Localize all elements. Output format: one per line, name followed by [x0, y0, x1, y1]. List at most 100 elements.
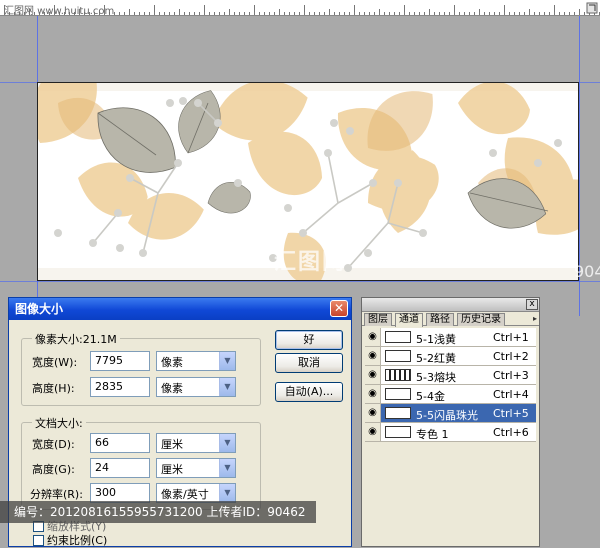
panel-title-bar[interactable]: x	[362, 298, 539, 312]
ruler-tick	[394, 12, 395, 15]
panel-close-button[interactable]: x	[526, 299, 538, 310]
ruler-tick	[274, 12, 275, 15]
ruler-origin-icon	[586, 2, 598, 14]
ruler-tick	[279, 9, 280, 15]
ruler-tick	[554, 5, 555, 15]
channel-shortcut: Ctrl+6	[493, 426, 529, 439]
pixel-width-label: 宽度(W):	[32, 356, 78, 369]
channel-shortcut: Ctrl+1	[493, 331, 529, 344]
eye-icon[interactable]: ◉	[365, 328, 381, 346]
ruler-tick	[249, 12, 250, 15]
chevron-down-icon[interactable]: ▼	[219, 352, 235, 370]
doc-height-unit: 厘米	[161, 463, 183, 476]
ruler-tick	[504, 5, 505, 15]
ruler-tick	[489, 12, 490, 15]
doc-width-input[interactable]: 66	[90, 433, 150, 453]
auto-button[interactable]: 自动(A)...	[275, 382, 343, 402]
ruler-tick	[569, 12, 570, 15]
ruler-tick	[464, 12, 465, 15]
channel-name: 5-2红黄	[416, 352, 456, 365]
pixel-height-unit-select[interactable]: 像素 ▼	[156, 377, 236, 397]
channel-row[interactable]: ◉ 5-3熔块 Ctrl+3	[365, 366, 537, 385]
resolution-input[interactable]: 300	[90, 483, 150, 503]
pixel-width-unit: 像素	[161, 356, 183, 369]
ruler-tick	[579, 9, 580, 15]
ruler-tick	[294, 12, 295, 15]
ruler-tick	[564, 12, 565, 15]
ruler-tick	[134, 12, 135, 15]
chevron-down-icon[interactable]: ▼	[219, 459, 235, 477]
pixel-height-input[interactable]: 2835	[90, 377, 150, 397]
constrain-option[interactable]: 约束比例(C)	[33, 532, 107, 548]
ruler-tick	[529, 9, 530, 15]
dialog-close-button[interactable]: ✕	[330, 300, 348, 317]
pixel-width-input[interactable]: 7795	[90, 351, 150, 371]
ruler-tick	[584, 12, 585, 15]
eye-icon[interactable]: ◉	[365, 385, 381, 403]
ruler-tick	[234, 12, 235, 15]
ruler-tick	[144, 12, 145, 15]
ruler-tick	[429, 9, 430, 15]
ruler-tick	[179, 9, 180, 15]
ruler-tick	[224, 12, 225, 15]
panel-scrollbar[interactable]	[536, 328, 539, 444]
channel-row[interactable]: ◉ 5-4金 Ctrl+4	[365, 385, 537, 404]
ruler-tick	[409, 12, 410, 15]
ruler-tick	[214, 12, 215, 15]
pixel-dimensions-group: 像素大小:21.1M 宽度(W): 7795 像素 ▼ 高度(H): 2835 …	[21, 331, 261, 406]
ruler-tick	[389, 12, 390, 15]
channel-name: 5-1浅黄	[416, 333, 456, 346]
ruler-tick	[444, 12, 445, 15]
ruler-tick	[304, 5, 305, 15]
resolution-unit-select[interactable]: 像素/英寸 ▼	[156, 483, 236, 503]
constrain-checkbox[interactable]	[33, 535, 44, 546]
doc-width-unit-select[interactable]: 厘米 ▼	[156, 433, 236, 453]
doc-width-label: 宽度(D):	[32, 438, 75, 451]
channel-name: 5-5闪晶珠光	[416, 409, 478, 422]
channel-thumbnail	[385, 331, 411, 343]
dialog-title-bar[interactable]: 图像大小 ✕	[9, 298, 351, 320]
chevron-down-icon[interactable]: ▼	[219, 434, 235, 452]
channel-row[interactable]: ◉ 5-5闪晶珠光 Ctrl+5	[365, 404, 537, 423]
eye-icon[interactable]: ◉	[365, 366, 381, 384]
tab-paths[interactable]: 路径	[426, 313, 454, 326]
watermark-text: 汇图网 www.huitu.com	[4, 6, 115, 17]
ruler-tick	[414, 12, 415, 15]
ruler-tick	[314, 12, 315, 15]
channel-row[interactable]: ◉ 5-2红黄 Ctrl+2	[365, 347, 537, 366]
tab-channels[interactable]: 通道	[395, 313, 423, 327]
ruler-tick	[369, 12, 370, 15]
cancel-button[interactable]: 取消	[275, 353, 343, 373]
channel-row[interactable]: ◉ 专色 1 Ctrl+6	[365, 423, 537, 442]
ruler-tick	[484, 12, 485, 15]
dialog-title: 图像大小	[15, 302, 64, 316]
doc-height-unit-select[interactable]: 厘米 ▼	[156, 458, 236, 478]
ruler-tick	[119, 12, 120, 15]
ruler-tick	[534, 12, 535, 15]
eye-icon[interactable]: ◉	[365, 347, 381, 365]
document-size-group: 文档大小: 宽度(D): 66 厘米 ▼ 高度(G): 24 厘米 ▼ 分辨率(…	[21, 415, 261, 510]
watermark-number: 90462	[574, 262, 600, 281]
ruler-tick	[124, 12, 125, 15]
chevron-down-icon[interactable]: ▼	[219, 378, 235, 396]
doc-height-label: 高度(G):	[32, 463, 75, 476]
eye-icon[interactable]: ◉	[365, 404, 381, 422]
eye-icon[interactable]: ◉	[365, 423, 381, 441]
ruler-tick	[264, 12, 265, 15]
pixel-width-unit-select[interactable]: 像素 ▼	[156, 351, 236, 371]
doc-height-input[interactable]: 24	[90, 458, 150, 478]
ruler-tick	[379, 9, 380, 15]
chevron-down-icon[interactable]: ▼	[219, 484, 235, 502]
ruler-tick	[359, 12, 360, 15]
channels-panel: x 图层 通道 路径 历史记录 ▸ ◉ 5-1浅黄 Ctrl+1 ◉ 5-2红黄 Ctrl…	[361, 297, 540, 547]
ruler-tick	[289, 12, 290, 15]
ruler-tick	[549, 12, 550, 15]
ruler-tick	[499, 12, 500, 15]
ruler-tick	[219, 12, 220, 15]
channel-row[interactable]: ◉ 5-1浅黄 Ctrl+1	[365, 328, 537, 347]
ok-button[interactable]: 好	[275, 330, 343, 350]
panel-menu-icon[interactable]: ▸	[533, 314, 537, 323]
tab-history[interactable]: 历史记录	[457, 313, 505, 326]
tab-layers[interactable]: 图层	[364, 313, 392, 326]
ruler-tick	[544, 12, 545, 15]
